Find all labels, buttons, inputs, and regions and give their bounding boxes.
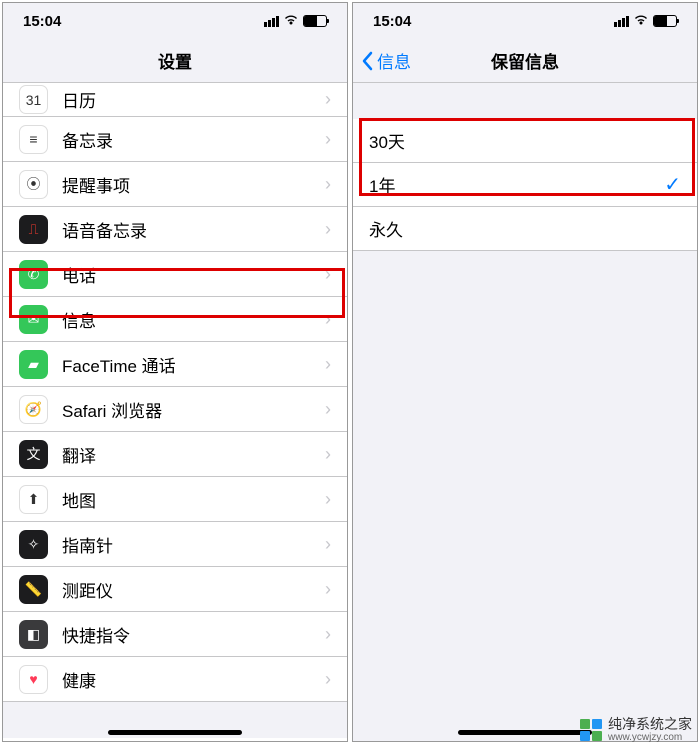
watermark: 纯净系统之家 www.ycwjzy.com xyxy=(580,717,692,743)
settings-row-music[interactable]: ♫音乐› xyxy=(3,738,347,742)
option-forever[interactable]: 永久 xyxy=(353,207,697,251)
home-indicator[interactable] xyxy=(458,730,592,735)
settings-row-facetime[interactable]: ▰ FaceTime 通话› xyxy=(3,342,347,387)
spacer xyxy=(353,83,697,119)
status-right xyxy=(264,13,327,29)
chevron-right-icon: › xyxy=(325,129,331,150)
chevron-right-icon: › xyxy=(325,309,331,330)
row-label: 快捷指令 xyxy=(62,622,325,647)
health-icon: ♥ xyxy=(19,665,48,694)
row-label: 测距仪 xyxy=(62,577,325,602)
row-label: 信息 xyxy=(62,307,325,332)
signal-icon xyxy=(614,16,629,27)
translate-icon: 文 xyxy=(19,440,48,469)
chevron-right-icon: › xyxy=(325,534,331,555)
settings-row-voice-memos[interactable]: ⎍ 语音备忘录› xyxy=(3,207,347,252)
back-button[interactable]: 信息 xyxy=(361,48,411,73)
settings-row-translate[interactable]: 文翻译› xyxy=(3,432,347,477)
reminders-icon: ⦿ xyxy=(19,170,48,199)
row-label: 指南针 xyxy=(62,532,325,557)
row-label: 日历 xyxy=(62,87,325,112)
row-label: 提醒事项 xyxy=(62,172,325,197)
row-label: FaceTime 通话 xyxy=(62,352,325,377)
chevron-right-icon: › xyxy=(325,489,331,510)
safari-icon: 🧭 xyxy=(19,395,48,424)
status-bar: 15:04 xyxy=(353,3,697,39)
row-label: 语音备忘录 xyxy=(62,217,325,242)
chevron-right-icon: › xyxy=(325,174,331,195)
settings-row-reminders[interactable]: ⦿ 提醒事项› xyxy=(3,162,347,207)
settings-row-calendar[interactable]: 31 日历› xyxy=(3,83,347,117)
option-1year[interactable]: 1年 ✓ xyxy=(353,163,697,207)
compass-icon: ✧ xyxy=(19,530,48,559)
voice-memos-icon: ⎍ xyxy=(19,215,48,244)
notes-icon: ≡ xyxy=(19,125,48,154)
keep-messages-phone: 15:04 信息 保留信息 30天 1年 ✓ 永久 xyxy=(352,2,698,742)
settings-row-messages[interactable]: ✉ 信息› xyxy=(3,297,347,342)
nav-bar-keep: 信息 保留信息 xyxy=(353,39,697,83)
settings-row-safari[interactable]: 🧭 Safari 浏览器› xyxy=(3,387,347,432)
page-title: 设置 xyxy=(158,48,192,73)
settings-phone: 15:04 设置 31日历›≡备忘录›⦿提醒事项›⎍语音备忘录›✆电话›✉信息›… xyxy=(2,2,348,742)
nav-bar-settings: 设置 xyxy=(3,39,347,83)
row-label: 备忘录 xyxy=(62,127,325,152)
settings-row-shortcuts[interactable]: ◧ 快捷指令› xyxy=(3,612,347,657)
shortcuts-icon: ◧ xyxy=(19,620,48,649)
option-label: 1年 xyxy=(369,172,395,197)
facetime-icon: ▰ xyxy=(19,350,48,379)
chevron-right-icon: › xyxy=(325,444,331,465)
signal-icon xyxy=(264,16,279,27)
wifi-icon xyxy=(633,13,649,29)
settings-row-notes[interactable]: ≡ 备忘录› xyxy=(3,117,347,162)
wifi-icon xyxy=(283,13,299,29)
chevron-right-icon: › xyxy=(325,399,331,420)
status-bar: 15:04 xyxy=(3,3,347,39)
chevron-right-icon: › xyxy=(325,264,331,285)
watermark-url: www.ycwjzy.com xyxy=(608,732,692,743)
status-time: 15:04 xyxy=(23,13,61,30)
option-label: 永久 xyxy=(369,216,403,241)
back-label: 信息 xyxy=(377,48,411,73)
option-30days[interactable]: 30天 xyxy=(353,119,697,163)
checkmark-icon: ✓ xyxy=(664,172,681,197)
row-label: 地图 xyxy=(62,487,325,512)
row-label: 电话 xyxy=(62,262,325,287)
status-right xyxy=(614,13,677,29)
chevron-right-icon: › xyxy=(325,89,331,110)
calendar-icon: 31 xyxy=(19,85,48,114)
watermark-logo-icon xyxy=(580,719,602,741)
watermark-brand: 纯净系统之家 xyxy=(608,717,692,732)
settings-row-compass[interactable]: ✧ 指南针› xyxy=(3,522,347,567)
row-label: Safari 浏览器 xyxy=(62,397,325,422)
chevron-right-icon: › xyxy=(325,669,331,690)
battery-icon xyxy=(653,15,677,27)
phone-icon: ✆ xyxy=(19,260,48,289)
chevron-right-icon: › xyxy=(325,219,331,240)
settings-row-maps[interactable]: ⬆ 地图› xyxy=(3,477,347,522)
settings-row-health[interactable]: ♥ 健康› xyxy=(3,657,347,702)
option-label: 30天 xyxy=(369,128,405,153)
options-list: 30天 1年 ✓ 永久 xyxy=(353,119,697,251)
settings-row-phone[interactable]: ✆ 电话› xyxy=(3,252,347,297)
chevron-right-icon: › xyxy=(325,354,331,375)
measure-icon: 📏 xyxy=(19,575,48,604)
row-label: 健康 xyxy=(62,667,325,692)
home-indicator[interactable] xyxy=(108,730,242,735)
status-time: 15:04 xyxy=(373,13,411,30)
chevron-right-icon: › xyxy=(325,579,331,600)
page-title: 保留信息 xyxy=(491,48,559,73)
messages-icon: ✉ xyxy=(19,305,48,334)
settings-list[interactable]: 31日历›≡备忘录›⦿提醒事项›⎍语音备忘录›✆电话›✉信息›▰FaceTime… xyxy=(3,83,347,742)
battery-icon xyxy=(303,15,327,27)
row-label: 翻译 xyxy=(62,442,325,467)
settings-row-measure[interactable]: 📏 测距仪› xyxy=(3,567,347,612)
chevron-right-icon: › xyxy=(325,624,331,645)
maps-icon: ⬆ xyxy=(19,485,48,514)
